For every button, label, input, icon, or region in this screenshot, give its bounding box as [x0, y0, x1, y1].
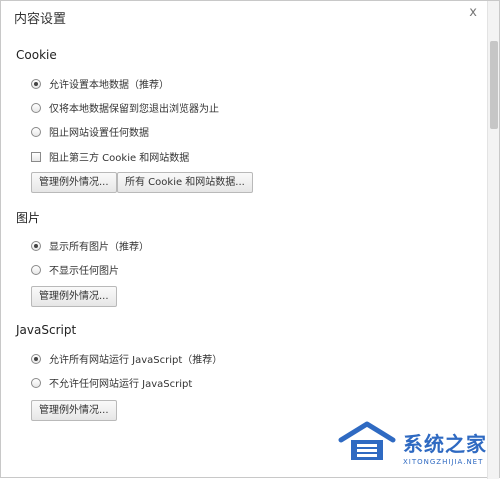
dialog-content: 内容设置 Cookie 允许设置本地数据（推荐） 仅将本地数据保留到您退出浏览器… [1, 1, 489, 479]
radio-icon [31, 264, 41, 275]
block-third-party-label: 阻止第三方 Cookie 和网站数据 [49, 153, 190, 164]
cookie-session-radio[interactable]: 仅将本地数据保留到您退出浏览器为止 [31, 100, 219, 115]
cookie-block-radio[interactable]: 阻止网站设置任何数据 [31, 124, 149, 139]
cookie-allow-radio[interactable]: 允许设置本地数据（推荐） [31, 76, 169, 91]
close-icon[interactable]: x [469, 5, 477, 20]
images-show-none-label: 不显示任何图片 [49, 266, 119, 277]
images-show-all-label: 显示所有图片（推荐） [49, 242, 149, 253]
cookie-manage-exceptions-button[interactable]: 管理例外情况... [31, 172, 117, 193]
house-logo-icon [338, 421, 396, 460]
scrollbar-thumb[interactable] [490, 41, 498, 129]
all-cookies-and-site-data-button[interactable]: 所有 Cookie 和网站数据... [117, 172, 253, 193]
radio-icon [31, 102, 41, 113]
content-settings-dialog: 内容设置 Cookie 允许设置本地数据（推荐） 仅将本地数据保留到您退出浏览器… [0, 0, 500, 479]
javascript-block-label: 不允许任何网站运行 JavaScript [49, 379, 193, 390]
images-show-none-radio[interactable]: 不显示任何图片 [31, 262, 119, 277]
watermark: 系统之家 XITONGZHIJIA.NET [337, 418, 500, 479]
radio-icon [31, 377, 41, 388]
javascript-allow-label: 允许所有网站运行 JavaScript（推荐） [49, 355, 223, 366]
vertical-scrollbar[interactable] [487, 1, 499, 479]
watermark-sub-text: XITONGZHIJIA.NET [403, 458, 484, 466]
dialog-title: 内容设置 [14, 12, 67, 27]
cookie-section-title: Cookie [16, 48, 57, 62]
cookie-allow-label: 允许设置本地数据（推荐） [49, 80, 169, 91]
watermark-text: 系统之家 XITONGZHIJIA.NET [403, 428, 487, 466]
javascript-manage-exceptions-button[interactable]: 管理例外情况... [31, 400, 117, 421]
cookie-session-label: 仅将本地数据保留到您退出浏览器为止 [49, 104, 219, 115]
block-third-party-checkbox[interactable]: 阻止第三方 Cookie 和网站数据 [31, 149, 189, 164]
radio-selected-icon [31, 78, 41, 89]
radio-icon [31, 126, 41, 137]
images-manage-exceptions-button[interactable]: 管理例外情况... [31, 286, 117, 307]
radio-selected-icon [31, 240, 41, 251]
watermark-main-text: 系统之家 [403, 432, 487, 456]
radio-selected-icon [31, 353, 41, 364]
images-section-title: 图片 [16, 211, 41, 225]
javascript-block-radio[interactable]: 不允许任何网站运行 JavaScript [31, 375, 192, 390]
checkbox-icon [31, 151, 41, 162]
images-show-all-radio[interactable]: 显示所有图片（推荐） [31, 238, 149, 253]
cookie-block-label: 阻止网站设置任何数据 [49, 128, 149, 139]
javascript-allow-radio[interactable]: 允许所有网站运行 JavaScript（推荐） [31, 351, 222, 366]
javascript-section-title: JavaScript [16, 323, 77, 337]
